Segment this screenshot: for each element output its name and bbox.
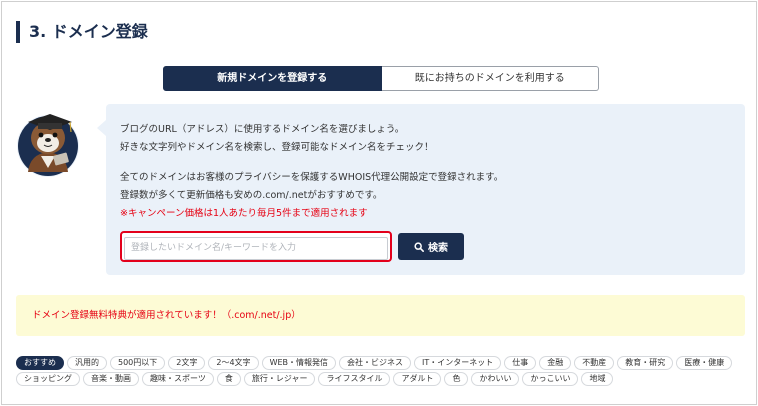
- category-chip[interactable]: 医療・健康: [676, 356, 733, 370]
- category-chip[interactable]: 2〜4文字: [208, 356, 259, 370]
- category-chip[interactable]: アダルト: [393, 372, 442, 386]
- info-line-search-hint: 好きな文字列やドメイン名を検索し、登録可能なドメイン名をチェック！: [120, 142, 434, 153]
- category-chip[interactable]: かっこいい: [522, 372, 579, 386]
- category-chip[interactable]: おすすめ: [16, 356, 64, 370]
- info-panel: ブログのURL（アドレス）に使用するドメイン名を選びましょう。 好きな文字列やド…: [97, 104, 745, 275]
- tab-register-new-domain[interactable]: 新規ドメインを登録する: [163, 66, 382, 91]
- info-text: ブログのURL（アドレス）に使用するドメイン名を選びましょう。 好きな文字列やド…: [120, 121, 503, 223]
- tab-use-existing-domain[interactable]: 既にお持ちのドメインを利用する: [381, 66, 599, 91]
- category-chip[interactable]: 仕事: [504, 356, 537, 370]
- category-chip[interactable]: 汎用的: [67, 356, 107, 370]
- campaign-note: ※キャンペーン価格は1人あたり毎月5件まで適用されます: [120, 208, 368, 219]
- category-chip[interactable]: かわいい: [471, 372, 520, 386]
- domain-tabs: 新規ドメインを登録する 既にお持ちのドメインを利用する: [163, 66, 599, 91]
- search-button-label: 検索: [428, 243, 448, 254]
- category-chip[interactable]: ショッピング: [16, 372, 80, 386]
- category-chip[interactable]: 2文字: [168, 356, 206, 370]
- free-domain-notice: ドメイン登録無料特典が適用されています！（.com/.net/.jp）: [16, 295, 745, 336]
- category-chip[interactable]: 会社・ビジネス: [339, 356, 412, 370]
- category-chip[interactable]: ライフスタイル: [318, 372, 391, 386]
- category-chip[interactable]: 音楽・動画: [83, 372, 139, 386]
- category-chip[interactable]: WEB・情報発信: [261, 356, 337, 370]
- info-line-whois: 全てのドメインはお客様のプライバシーを保護するWHOIS代理公開設定で登録されま…: [120, 172, 504, 183]
- category-chip[interactable]: 地域: [581, 372, 614, 386]
- category-chip[interactable]: 500円以下: [110, 356, 166, 370]
- info-line-purpose: ブログのURL（アドレス）に使用するドメイン名を選びましょう。: [120, 124, 405, 135]
- category-chip[interactable]: IT・インターネット: [414, 356, 502, 370]
- search-icon: [414, 241, 424, 252]
- category-chip[interactable]: 趣味・スポーツ: [142, 372, 214, 386]
- category-chip[interactable]: 食: [216, 372, 241, 386]
- category-chip[interactable]: 金融: [539, 356, 572, 370]
- info-line-recommend: 登録数が多くて更新価格も安めの.com/.netがおすすめです。: [120, 190, 383, 201]
- category-chip[interactable]: 旅行・レジャー: [243, 372, 316, 386]
- domain-search-input[interactable]: [124, 236, 388, 260]
- page-frame: 3. ドメイン登録 新規ドメインを登録する 既にお持ちのドメインを利用する ブロ…: [1, 1, 757, 405]
- category-chip[interactable]: 不動産: [574, 356, 615, 370]
- search-input-highlight: [120, 231, 392, 262]
- category-chip[interactable]: 色: [444, 372, 469, 386]
- category-chip[interactable]: 教育・研究: [617, 356, 674, 370]
- section-title: 3. ドメイン登録: [16, 21, 148, 43]
- search-button[interactable]: 検索: [398, 233, 464, 260]
- category-chips: おすすめ 汎用的 500円以下 2文字 2〜4文字 WEB・情報発信 会社・ビジ…: [16, 356, 746, 386]
- mascot-icon: [14, 102, 86, 180]
